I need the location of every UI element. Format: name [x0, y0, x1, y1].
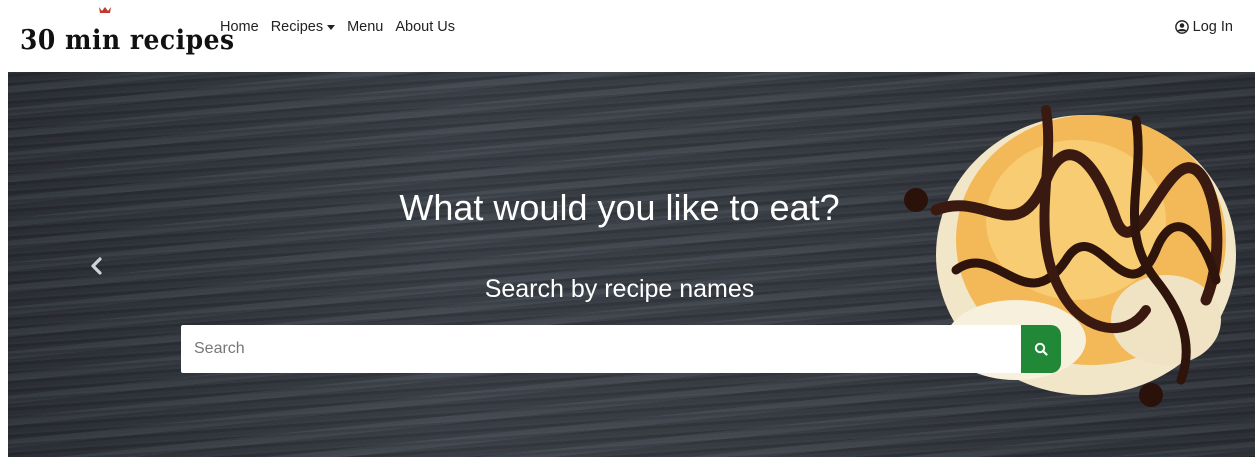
- brand-logo[interactable]: 30 min recipes: [20, 7, 235, 56]
- chevron-left-icon[interactable]: [86, 255, 108, 277]
- login-link[interactable]: Log In: [1174, 19, 1233, 35]
- nav-about-us-label: About Us: [395, 19, 456, 35]
- login-label: Log In: [1192, 19, 1233, 35]
- nav-recipes-label: Recipes: [270, 19, 324, 35]
- chef-hat-icon: [99, 7, 111, 13]
- nav-menu-label: Menu: [347, 19, 384, 35]
- hero-subtitle: Search by recipe names: [484, 275, 755, 303]
- hero-title: What would you like to eat?: [399, 187, 840, 228]
- navbar: 30 min recipes Home Recipes Menu About U…: [0, 0, 1255, 72]
- search-input[interactable]: [181, 325, 1021, 373]
- nav-recipes-dropdown[interactable]: Recipes: [270, 19, 336, 35]
- main-nav: Home Recipes Menu About Us: [220, 19, 467, 35]
- nav-home[interactable]: Home: [220, 19, 259, 35]
- hero-carousel: [8, 72, 1255, 457]
- search-button[interactable]: [1021, 325, 1061, 373]
- nav-home-label: Home: [220, 19, 259, 35]
- nav-menu[interactable]: Menu: [347, 19, 383, 35]
- user-circle-icon: [1174, 20, 1189, 34]
- nav-about-us[interactable]: About Us: [395, 19, 455, 35]
- brand-name: 30 min recipes: [20, 23, 235, 56]
- search-icon: [1034, 342, 1048, 356]
- caret-down-icon: [327, 24, 336, 30]
